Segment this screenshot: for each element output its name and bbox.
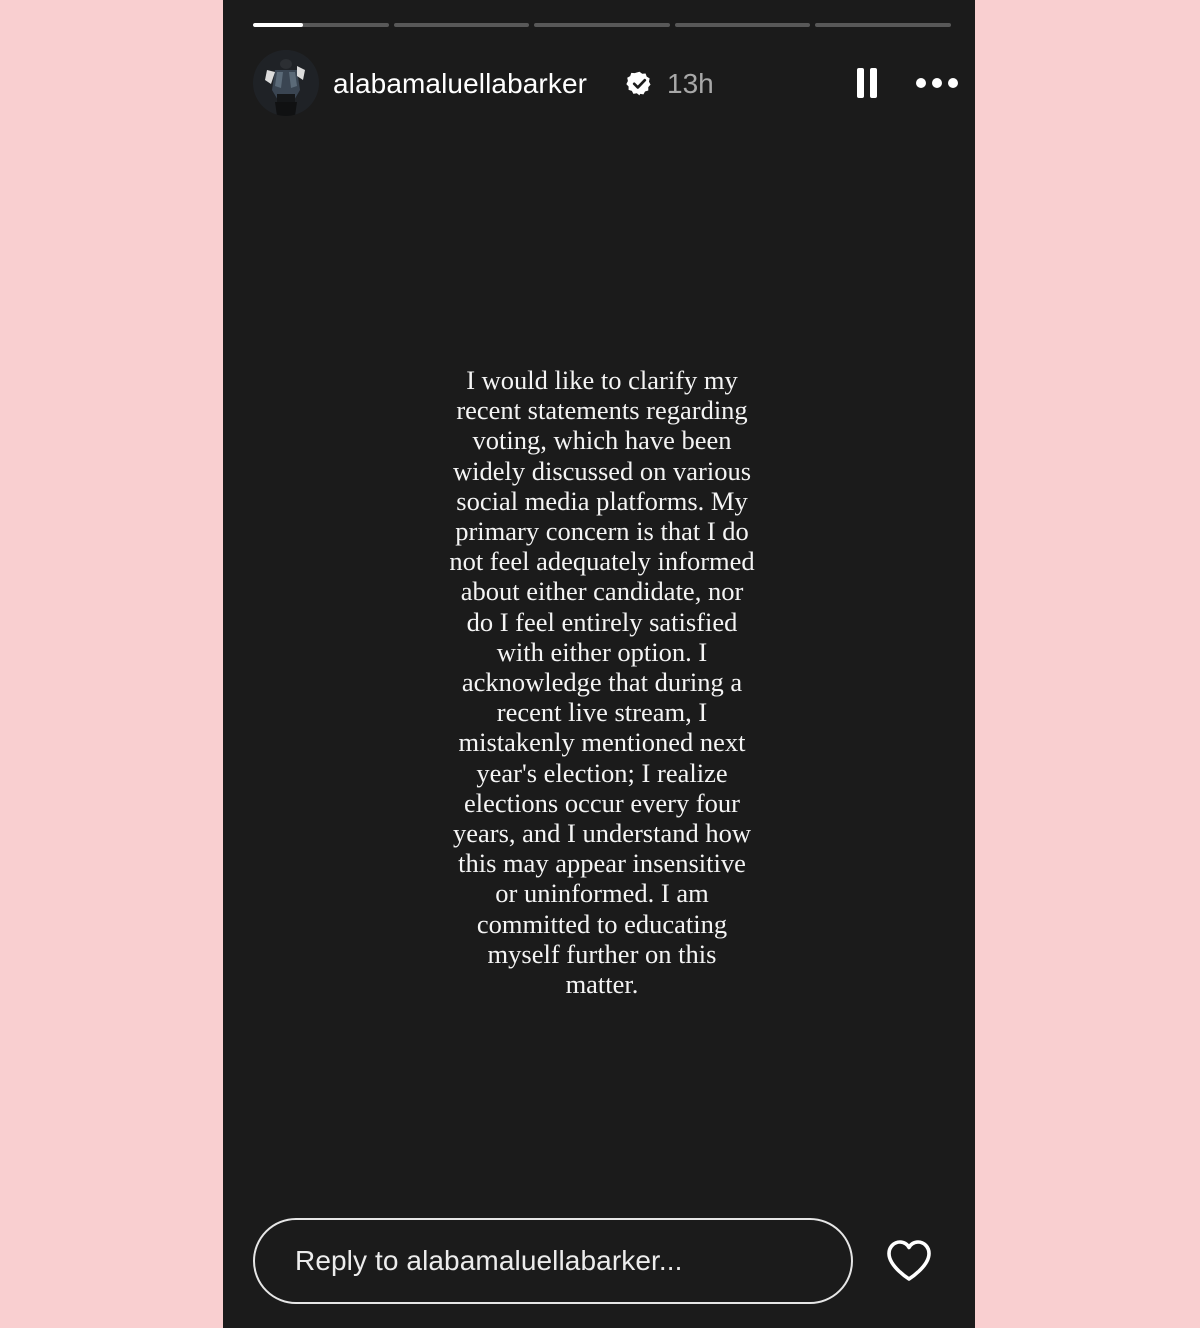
reply-input[interactable]: Reply to alabamaluellabarker... bbox=[253, 1218, 853, 1304]
verified-badge-icon bbox=[626, 71, 651, 96]
more-options-icon[interactable] bbox=[913, 68, 961, 100]
heart-icon[interactable] bbox=[885, 1238, 933, 1284]
story-viewer[interactable]: alabamaluellabarker 13h I would like to … bbox=[223, 0, 975, 1328]
progress-segment bbox=[393, 23, 530, 27]
avatar[interactable] bbox=[253, 50, 319, 116]
progress-segment bbox=[534, 23, 670, 27]
progress-segment bbox=[674, 23, 811, 27]
story-text: I would like to clarify my recent statem… bbox=[449, 365, 755, 1000]
story-progress-bar bbox=[253, 23, 951, 27]
reply-placeholder: Reply to alabamaluellabarker... bbox=[295, 1245, 683, 1276]
pause-icon[interactable] bbox=[853, 66, 883, 102]
progress-segment bbox=[253, 23, 389, 27]
story-username[interactable]: alabamaluellabarker bbox=[333, 66, 587, 102]
progress-fill bbox=[253, 23, 304, 27]
story-header: alabamaluellabarker 13h bbox=[253, 50, 958, 116]
avatar-image bbox=[253, 50, 319, 116]
story-timestamp: 13h bbox=[667, 68, 714, 99]
progress-segment bbox=[815, 23, 951, 27]
